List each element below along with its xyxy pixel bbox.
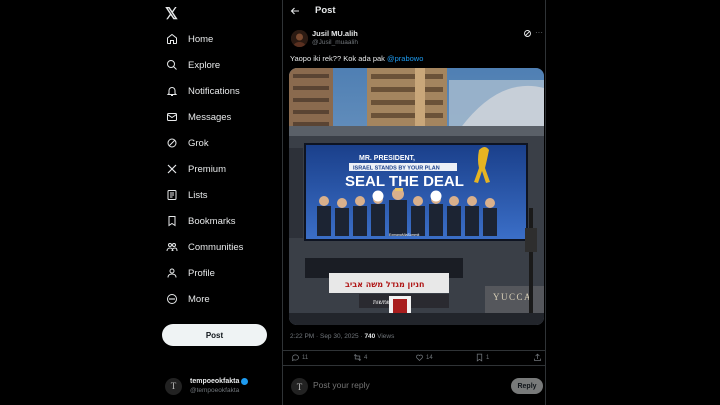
avatar: T [165,377,182,395]
bookmark-icon [165,214,179,228]
page-title: Post [315,5,336,16]
reply-count: 11 [302,354,309,361]
author-handle[interactable]: @Jusil_muaalih [312,39,358,46]
post-button[interactable]: Post [162,324,267,346]
main-column: Post Jusil MU.alih @Jusil_muaalih ··· Ya… [282,0,546,405]
sidebar-item-label: Home [188,33,214,45]
bookmark-action[interactable]: 1 [475,353,489,362]
x-logo-icon[interactable]: 𝕏 [165,4,183,23]
like-action[interactable]: 14 [415,353,433,362]
like-count: 14 [426,354,433,361]
person-icon [165,266,179,280]
verified-badge-icon [241,378,249,385]
reply-button[interactable]: Reply [511,378,543,394]
repost-count: 4 [364,354,368,361]
tweet-timestamp[interactable]: 2:22 PM · Sep 30, 2025 · [290,333,364,340]
sidebar-item-label: Explore [188,59,221,71]
reply-input[interactable] [313,380,463,390]
tweet-meta: 2:22 PM · Sep 30, 2025 · 740 Views [290,333,394,340]
author-name[interactable]: Jusil MU.alih [312,29,358,38]
share-icon [534,353,541,361]
sidebar-item-label: Lists [188,189,208,201]
sidebar-item-label: Notifications [188,85,240,97]
grok-icon[interactable] [523,29,532,38]
more-circle-icon [165,292,179,306]
app-frame: 𝕏 Home Explore Notifications Messages Gr… [0,0,720,405]
sidebar-item-label: Communities [188,241,244,253]
account-name: tempoeokfakta [190,378,240,385]
avatar: T [291,378,308,395]
account-name-row: tempoeokfakta [190,378,249,385]
search-icon [165,58,179,72]
envelope-icon [165,110,179,124]
more-options-icon[interactable]: ··· [535,28,543,37]
sidebar-item-label: Premium [188,163,227,175]
action-bar: 11 4 14 1 [283,350,545,366]
sidebar-item-profile[interactable]: Profile [165,262,215,284]
shop-sign: חניון מגדל משה אביב [345,280,425,289]
heart-icon [416,354,423,362]
back-arrow-icon[interactable] [289,5,301,17]
sidebar-item-label: Profile [188,267,215,279]
sidebar: 𝕏 Home Explore Notifications Messages Gr… [155,0,278,405]
sidebar-item-explore[interactable]: Explore [165,54,220,76]
share-action[interactable] [533,353,544,362]
tweet-text: Yaopo iki rek?? Kok ada pak @prabowo [290,54,423,63]
billboard-line2: ISRAEL STANDS BY YOUR PLAN [353,166,440,172]
list-icon [165,188,179,202]
sidebar-item-messages[interactable]: Messages [165,106,231,128]
views-label: Views [375,333,395,340]
sidebar-item-label: Bookmarks [188,215,236,227]
header: Post [283,0,545,22]
views-count: 740 [364,333,376,340]
account-switcher[interactable]: T tempoeokfakta @tempoeokfakta [165,374,277,398]
bookmark-count: 1 [486,354,490,361]
sidebar-item-communities[interactable]: Communities [165,236,243,258]
x-icon [165,162,179,176]
author-avatar[interactable] [291,30,308,47]
home-icon [165,32,179,46]
reply-icon [291,354,299,362]
sidebar-item-notifications[interactable]: Notifications [165,80,240,102]
sidebar-item-label: More [188,293,210,305]
sidebar-item-grok[interactable]: Grok [165,132,209,154]
bookmark-icon [476,353,483,362]
sidebar-item-premium[interactable]: Premium [165,158,226,180]
bell-icon [165,84,179,98]
sidebar-item-home[interactable]: Home [165,28,213,50]
mention-link[interactable]: @prabowo [387,54,423,63]
reply-composer: T Reply [283,372,545,400]
repost-action[interactable]: 4 [353,353,367,362]
grok-icon [165,136,179,150]
tweet-body: Yaopo iki rek?? Kok ada pak [290,54,388,63]
sidebar-item-label: Messages [188,111,232,123]
sidebar-item-lists[interactable]: Lists [165,184,208,206]
people-icon [165,240,179,254]
sidebar-item-bookmarks[interactable]: Bookmarks [165,210,236,232]
repost-icon [353,353,362,362]
reply-action[interactable]: 11 [291,353,308,362]
sidebar-item-label: Grok [188,137,209,149]
billboard-line1: MR. PRESIDENT, [359,155,415,162]
billboard-url: ExmanaMiaSummit [389,233,419,237]
sidebar-item-more[interactable]: More [165,288,210,310]
account-handle: @tempoeokfakta [190,387,240,394]
store-brand: YUCCA [493,292,532,302]
billboard-headline: SEAL THE DEAL [345,173,464,190]
tweet-media-image[interactable]: MR. PRESIDENT, ISRAEL STANDS BY YOUR PLA… [289,68,544,325]
